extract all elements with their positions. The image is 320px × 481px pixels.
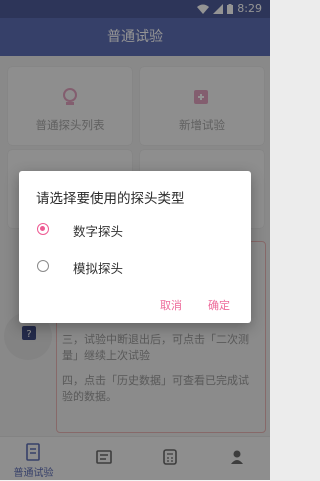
radio-selected[interactable]	[37, 223, 49, 235]
option-digital-probe[interactable]: 数字探头	[35, 219, 235, 243]
cancel-button[interactable]: 取消	[160, 297, 182, 313]
option-analog-probe[interactable]: 模拟探头	[35, 256, 235, 280]
radio-unselected[interactable]	[37, 260, 49, 272]
probe-type-dialog: 请选择要使用的探头类型 数字探头 模拟探头 取消 确定	[19, 171, 251, 323]
dialog-title: 请选择要使用的探头类型	[36, 191, 185, 207]
option-label: 数字探头	[73, 224, 124, 239]
confirm-button[interactable]: 确定	[208, 297, 230, 313]
option-label: 模拟探头	[73, 261, 124, 276]
